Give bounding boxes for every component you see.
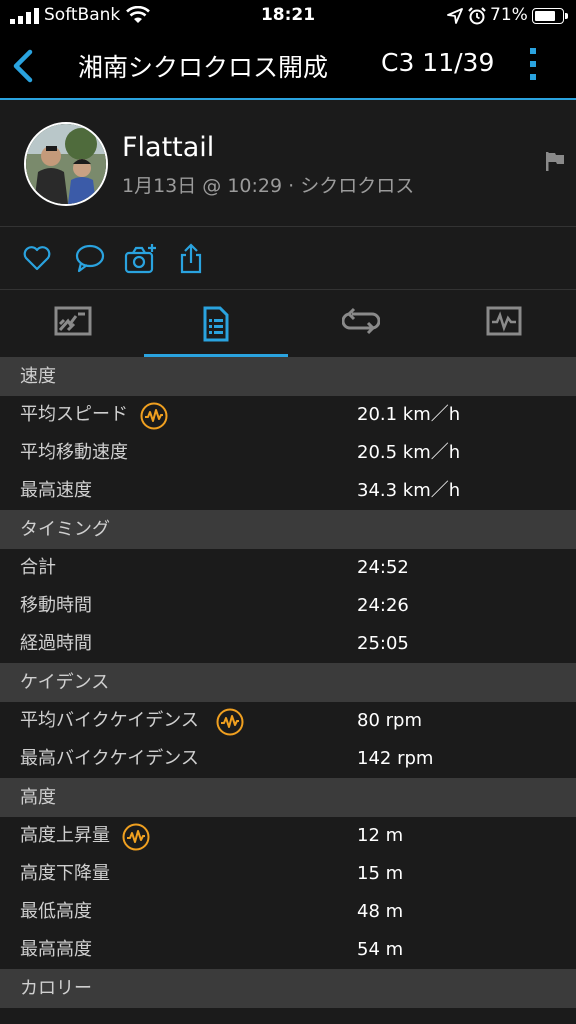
back-chevron-icon[interactable] [10,48,38,84]
stat-value: 24:52 [357,557,409,578]
section-header-cadence: ケイデンス [0,663,576,702]
more-options-icon[interactable] [528,46,538,82]
social-actions [0,227,576,289]
stat-label: 平均移動速度 [20,442,128,463]
stat-label: 平均スピード [20,404,128,425]
stat-value: 34.3 km／h [357,480,461,501]
laps-tab-icon [342,307,380,335]
activity-tabs [0,290,576,357]
flag-icon[interactable] [544,150,566,172]
battery-percent: 71% [490,5,528,25]
tab-stats[interactable] [144,290,288,357]
location-icon [447,8,463,24]
activity-title: 湘南シクロクロス開成 [78,53,329,82]
stat-value: 142 rpm [357,748,434,769]
stat-row-total-time: 合計 24:52 [0,549,576,587]
tab-laps[interactable] [288,290,432,357]
avatar[interactable] [24,122,108,206]
section-header-calories: カロリー [0,969,576,1008]
stat-row-elapsed-time: 経過時間 25:05 [0,625,576,663]
activity-header: 湘南シクロクロス開成 C3 11/39 [0,32,576,98]
stat-row-avg-moving-speed: 平均移動速度 20.5 km／h [0,434,576,472]
battery-icon [532,8,568,24]
stat-row-max-speed: 最高速度 34.3 km／h [0,472,576,510]
stat-row-avg-cadence: 平均バイクケイデンス 80 rpm [0,702,576,740]
stat-value: 12 m [357,825,404,846]
stat-label: 最低高度 [20,901,92,922]
section-header-timing: タイミング [0,510,576,549]
stat-label: 移動時間 [20,595,92,616]
stat-value: 54 m [357,939,404,960]
stat-label: 最高バイクケイデンス [20,748,199,769]
stat-value: 24:26 [357,595,409,616]
camera-add-icon[interactable] [124,243,158,275]
stat-value: 15 m [357,863,404,884]
stat-row-moving-time: 移動時間 24:26 [0,587,576,625]
status-bar: SoftBank 18:21 71% [0,0,576,32]
stat-label: 最高速度 [20,480,92,501]
stat-label: 最高高度 [20,939,92,960]
activity-profile: Flattail 1月13日 @ 10:29 · シクロクロス [0,100,576,226]
stat-row-avg-speed: 平均スピード 20.1 km／h [0,396,576,434]
performance-badge-icon[interactable] [140,402,168,430]
stat-label: 平均バイクケイデンス [20,710,199,731]
comment-icon[interactable] [74,243,106,273]
tab-map[interactable] [0,290,144,357]
stat-row-min-elevation: 最低高度 48 m [0,893,576,931]
stat-label: 合計 [20,557,56,578]
section-header-elevation: 高度 [0,778,576,817]
activity-stats: 速度 平均スピード 20.1 km／h 平均移動速度 20.5 km／h 最高速… [0,357,576,1008]
tab-charts[interactable] [432,290,576,357]
stat-value: 20.5 km／h [357,442,461,463]
alarm-icon [468,7,486,25]
stat-value: 25:05 [357,633,409,654]
charts-tab-icon [486,306,522,336]
share-icon[interactable] [178,243,206,275]
performance-badge-icon[interactable] [216,708,244,736]
stat-row-max-cadence: 最高バイクケイデンス 142 rpm [0,740,576,778]
user-name[interactable]: Flattail [122,132,214,163]
stat-row-elevation-gain: 高度上昇量 12 m [0,817,576,855]
map-tab-icon [54,306,92,336]
stat-value: 80 rpm [357,710,422,731]
stat-label: 経過時間 [20,633,92,654]
activity-date-type: 1月13日 @ 10:29 · シクロクロス [122,175,415,197]
stat-value: 48 m [357,901,404,922]
stat-label: 高度下降量 [20,863,110,884]
stat-row-elevation-loss: 高度下降量 15 m [0,855,576,893]
section-header-speed: 速度 [0,357,576,396]
stat-value: 20.1 km／h [357,404,461,425]
stats-tab-icon [203,306,229,342]
performance-badge-icon[interactable] [122,823,150,851]
stat-row-max-elevation: 最高高度 54 m [0,931,576,969]
heart-icon[interactable] [22,243,52,273]
stat-label: 高度上昇量 [20,825,110,846]
activity-class-rank: C3 11/39 [381,48,495,77]
